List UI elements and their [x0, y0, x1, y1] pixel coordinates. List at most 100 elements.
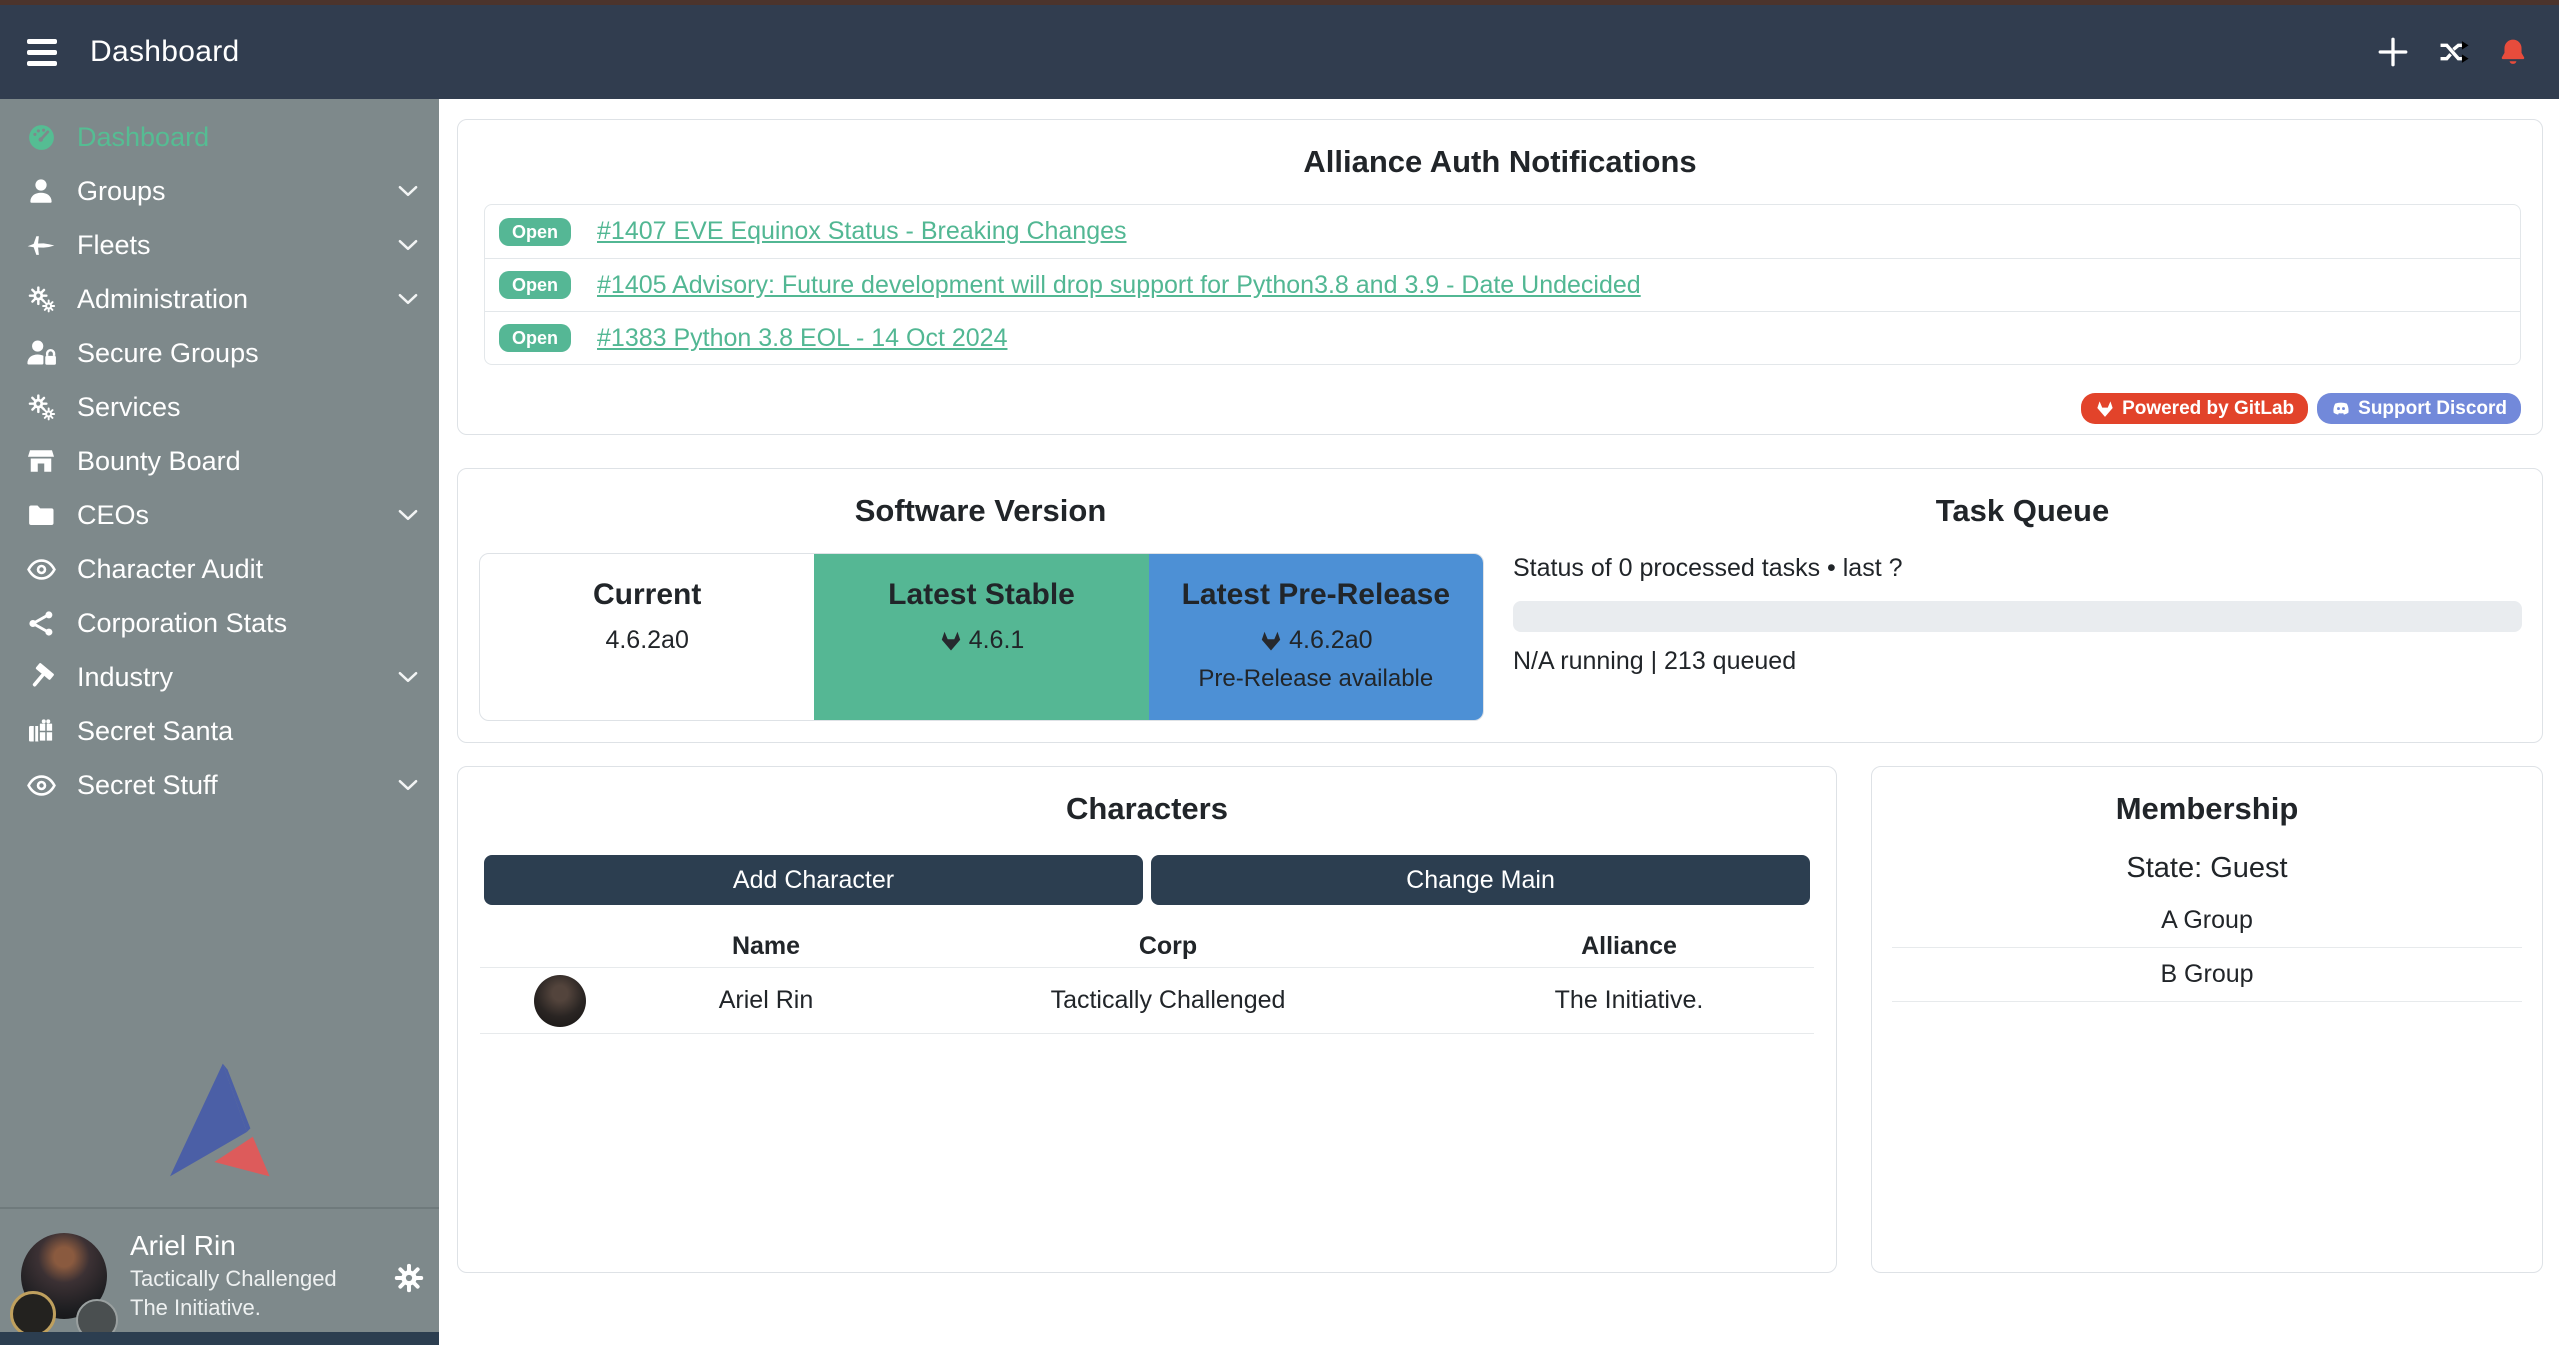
fighter-jet-icon [25, 229, 57, 261]
sidebar-item-industry[interactable]: Industry [0, 650, 439, 704]
user-name: Ariel Rin [130, 1230, 236, 1262]
corp-logo-badge [10, 1291, 56, 1332]
add-icon[interactable] [2375, 34, 2411, 70]
change-main-button[interactable]: Change Main [1151, 855, 1810, 905]
task-queue-section: Task Queue Status of 0 processed tasks •… [1503, 469, 2542, 742]
status-badge: Open [499, 218, 571, 246]
user-settings-gear-icon[interactable] [392, 1261, 426, 1295]
version-box-current: Current 4.6.2a0 [480, 554, 814, 720]
character-alliance: The Initiative. [1444, 986, 1814, 1015]
alliance-auth-logo [158, 1056, 278, 1189]
task-queue-title: Task Queue [1503, 493, 2542, 529]
task-queue-status: Status of 0 processed tasks • last ? [1513, 554, 1903, 583]
user-corp: Tactically Challenged [130, 1266, 337, 1292]
support-discord-badge[interactable]: Support Discord [2317, 393, 2521, 424]
sidebar-item-bounty-board[interactable]: Bounty Board [0, 434, 439, 488]
gears-icon [25, 283, 57, 315]
dashboard-page: Dashboard Dashboard Groups Fleets [0, 0, 2559, 1345]
notification-row: Open #1383 Python 3.8 EOL - 14 Oct 2024 [485, 311, 2520, 364]
character-corp: Tactically Challenged [892, 986, 1444, 1015]
membership-title: Membership [1872, 791, 2542, 827]
characters-title: Characters [458, 791, 1836, 827]
header-corp: Corp [892, 932, 1444, 961]
software-version-section: Software Version Current 4.6.2a0 Latest … [458, 469, 1503, 742]
notification-link[interactable]: #1383 Python 3.8 EOL - 14 Oct 2024 [597, 324, 1007, 353]
sidebar-item-administration[interactable]: Administration [0, 272, 439, 326]
notification-row: Open #1407 EVE Equinox Status - Breaking… [485, 205, 2520, 258]
sidebar-item-services[interactable]: Services [0, 380, 439, 434]
task-queue-counts: N/A running | 213 queued [1513, 647, 1796, 676]
sidebar-item-secure-groups[interactable]: Secure Groups [0, 326, 439, 380]
hammer-icon [25, 661, 57, 693]
user-icon [25, 175, 57, 207]
chevron-down-icon [395, 772, 421, 798]
notification-bell-icon[interactable] [2497, 36, 2529, 68]
chevron-down-icon [395, 286, 421, 312]
menu-toggle-button[interactable] [27, 33, 57, 72]
sidebar-item-corporation-stats[interactable]: Corporation Stats [0, 596, 439, 650]
add-character-button[interactable]: Add Character [484, 855, 1143, 905]
user-panel: Ariel Rin Tactically Challenged The Init… [0, 1209, 439, 1332]
sidebar-item-secret-santa[interactable]: Secret Santa [0, 704, 439, 758]
character-name: Ariel Rin [640, 986, 892, 1015]
notification-link[interactable]: #1405 Advisory: Future development will … [597, 271, 1641, 300]
membership-group: A Group [1892, 894, 2522, 948]
status-badge: Open [499, 324, 571, 352]
top-navbar: Dashboard [0, 5, 2559, 99]
version-box-stable: Latest Stable 4.6.1 [814, 554, 1148, 720]
membership-group-list: A Group B Group [1892, 894, 2522, 1002]
membership-state: State: Guest [1872, 852, 2542, 885]
discord-icon [2331, 399, 2351, 419]
page-title: Dashboard [90, 35, 239, 69]
sidebar-item-dashboard[interactable]: Dashboard [0, 110, 439, 164]
main-content: Alliance Auth Notifications Open #1407 E… [439, 99, 2559, 1345]
gears-icon [25, 391, 57, 423]
gifts-icon [25, 715, 57, 747]
software-version-title: Software Version [458, 493, 1503, 529]
eye-icon [25, 769, 57, 801]
shuffle-icon[interactable] [2437, 35, 2471, 69]
characters-table: Name Corp Alliance Ariel Rin Tactically … [480, 925, 1814, 1034]
eye-icon [25, 553, 57, 585]
sidebar-item-groups[interactable]: Groups [0, 164, 439, 218]
version-boxes: Current 4.6.2a0 Latest Stable 4.6.1 Late… [479, 553, 1484, 721]
sidebar-item-secret-stuff[interactable]: Secret Stuff [0, 758, 439, 812]
header-name: Name [640, 932, 892, 961]
sidebar-item-ceos[interactable]: CEOs [0, 488, 439, 542]
sidebar-item-fleets[interactable]: Fleets [0, 218, 439, 272]
gitlab-tanuki-icon [939, 629, 963, 653]
gitlab-tanuki-icon [1259, 629, 1283, 653]
membership-panel: Membership State: Guest A Group B Group [1871, 766, 2543, 1273]
chevron-down-icon [395, 178, 421, 204]
notification-link[interactable]: #1407 EVE Equinox Status - Breaking Chan… [597, 217, 1127, 246]
characters-table-header: Name Corp Alliance [480, 925, 1814, 967]
user-lock-icon [25, 337, 57, 369]
sidebar: Dashboard Groups Fleets Administration S… [0, 99, 439, 1332]
gauge-icon [25, 121, 57, 153]
characters-panel: Characters Add Character Change Main Nam… [457, 766, 1837, 1273]
sidebar-footer-strip [0, 1332, 439, 1345]
alliance-logo-badge [76, 1299, 118, 1332]
task-queue-progress-bar [1513, 601, 2522, 632]
gitlab-tanuki-icon [2095, 399, 2115, 419]
store-icon [25, 445, 57, 477]
notification-row: Open #1405 Advisory: Future development … [485, 258, 2520, 311]
notifications-list: Open #1407 EVE Equinox Status - Breaking… [484, 204, 2521, 365]
powered-by-gitlab-badge[interactable]: Powered by GitLab [2081, 393, 2308, 424]
chevron-down-icon [395, 502, 421, 528]
chevron-down-icon [395, 664, 421, 690]
software-task-panel: Software Version Current 4.6.2a0 Latest … [457, 468, 2543, 743]
character-avatar [534, 975, 586, 1027]
folder-icon [25, 499, 57, 531]
header-alliance: Alliance [1444, 932, 1814, 961]
status-badge: Open [499, 271, 571, 299]
version-box-prerelease: Latest Pre-Release 4.6.2a0 Pre-Release a… [1149, 554, 1483, 720]
sidebar-item-character-audit[interactable]: Character Audit [0, 542, 439, 596]
character-row: Ariel Rin Tactically Challenged The Init… [480, 967, 1814, 1034]
membership-group: B Group [1892, 948, 2522, 1002]
share-nodes-icon [25, 607, 57, 639]
user-alliance: The Initiative. [130, 1295, 261, 1321]
notifications-panel: Alliance Auth Notifications Open #1407 E… [457, 119, 2543, 435]
notifications-title: Alliance Auth Notifications [458, 144, 2542, 180]
chevron-down-icon [395, 232, 421, 258]
